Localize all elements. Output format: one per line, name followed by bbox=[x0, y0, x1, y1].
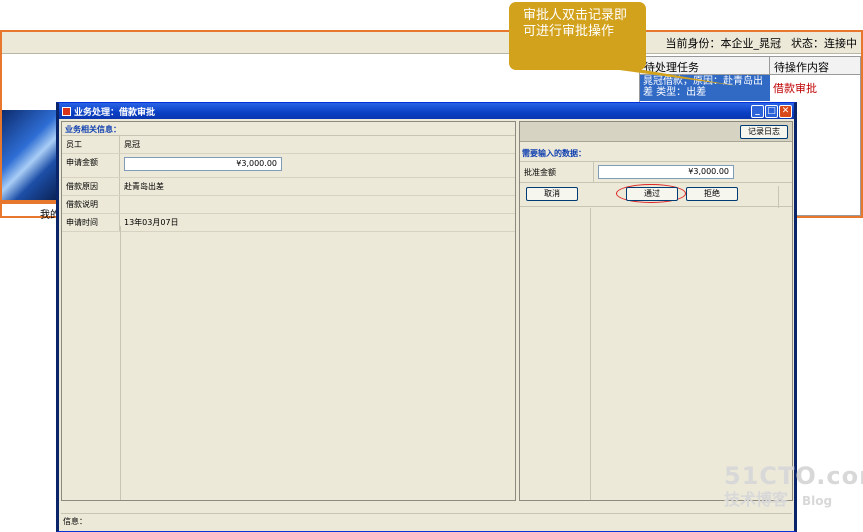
field-label: 申请金额 bbox=[62, 154, 120, 177]
requested-amount-input[interactable]: ¥3,000.00 bbox=[124, 157, 282, 171]
column-header-action[interactable]: 待操作内容 bbox=[770, 57, 860, 74]
section-input-label: 需要输入的数据： bbox=[522, 149, 586, 158]
table-row[interactable]: 晁冠借款，原因：赴青岛出差 类型：出差 借款审批 bbox=[640, 75, 860, 101]
minimize-icon[interactable]: _ bbox=[751, 104, 764, 118]
field-reason: 借款原因 赴青岛出差 bbox=[62, 178, 515, 196]
approval-input-pane: 记录日志 需要输入的数据： 批准金额 ¥3,000.00 取消 通过 拒绝 bbox=[519, 121, 793, 501]
action-cell[interactable]: 借款审批 bbox=[770, 75, 860, 101]
approved-amount-input[interactable]: ¥3,000.00 bbox=[598, 165, 734, 179]
task-cell[interactable]: 晁冠借款，原因：赴青岛出差 类型：出差 bbox=[640, 75, 770, 101]
field-label: 员工 bbox=[62, 136, 120, 153]
field-apply-time: 申请时间 13年03月07日 bbox=[62, 214, 515, 232]
status-bar: 当前身份：本企业_晁冠 状态：连接中 bbox=[666, 35, 858, 51]
column-divider bbox=[778, 186, 779, 208]
field-label: 借款原因 bbox=[62, 178, 120, 195]
field-amount: 申请金额 ¥3,000.00 bbox=[62, 154, 515, 178]
dialog-titlebar[interactable]: 业务处理：借款审批 _ □ ✕ bbox=[59, 103, 794, 119]
maximize-icon[interactable]: □ bbox=[765, 104, 778, 118]
identity-label: 当前身份：本企业_晁冠 bbox=[665, 37, 782, 50]
site-watermark: 51CTO.com 技术博客Blog bbox=[724, 462, 863, 510]
reject-button[interactable]: 拒绝 bbox=[686, 187, 738, 201]
column-divider bbox=[120, 226, 121, 500]
cancel-button[interactable]: 取消 bbox=[526, 187, 578, 201]
background-toolbar: 当前身份：本企业_晁冠 状态：连接中 bbox=[2, 32, 861, 54]
approve-button[interactable]: 通过 bbox=[626, 187, 678, 201]
log-toolbar: 记录日志 bbox=[520, 122, 792, 142]
instruction-callout: 审批人双击记录即可进行审批操作 bbox=[509, 2, 646, 70]
field-label: 借款说明 bbox=[62, 196, 120, 213]
callout-text: 审批人双击记录即可进行审批操作 bbox=[523, 8, 628, 39]
connection-state-label: 状态：连接中 bbox=[791, 37, 857, 50]
description-value bbox=[120, 196, 515, 213]
column-header-task[interactable]: 待处理任务 bbox=[640, 57, 770, 74]
pending-task-header: 待处理任务 待操作内容 bbox=[640, 57, 860, 75]
reason-value: 赴青岛出差 bbox=[124, 182, 164, 191]
banner-image bbox=[2, 110, 58, 202]
info-bar: 信息： bbox=[61, 513, 792, 529]
field-label: 申请时间 bbox=[62, 214, 120, 231]
dialog-title: 业务处理：借款审批 bbox=[74, 107, 156, 118]
watermark-blog: Blog bbox=[802, 494, 833, 508]
loan-approval-dialog: 业务处理：借款审批 _ □ ✕ 业务相关信息： 员工 晁冠 申请金额 ¥3,00… bbox=[56, 102, 797, 532]
field-employee: 员工 晁冠 bbox=[62, 136, 515, 154]
apply-time-value: 13年03月07日 bbox=[124, 218, 179, 227]
record-log-button[interactable]: 记录日志 bbox=[740, 125, 788, 139]
employee-value: 晁冠 bbox=[124, 140, 140, 149]
column-divider bbox=[590, 208, 591, 500]
field-description: 借款说明 bbox=[62, 196, 515, 214]
section-business-info-label: 业务相关信息： bbox=[62, 122, 515, 136]
close-icon[interactable]: ✕ bbox=[779, 104, 792, 118]
business-info-pane: 业务相关信息： 员工 晁冠 申请金额 ¥3,000.00 借款原因 赴青岛出差 … bbox=[61, 121, 516, 501]
field-label: 批准金额 bbox=[520, 161, 594, 183]
app-icon bbox=[62, 106, 71, 116]
action-bar: 取消 通过 拒绝 bbox=[520, 183, 792, 207]
info-label: 信息： bbox=[63, 517, 87, 526]
field-approved-amount: 批准金额 ¥3,000.00 bbox=[520, 161, 792, 183]
banner-strip bbox=[2, 200, 58, 204]
watermark-sub: 技术博客 bbox=[724, 490, 789, 509]
